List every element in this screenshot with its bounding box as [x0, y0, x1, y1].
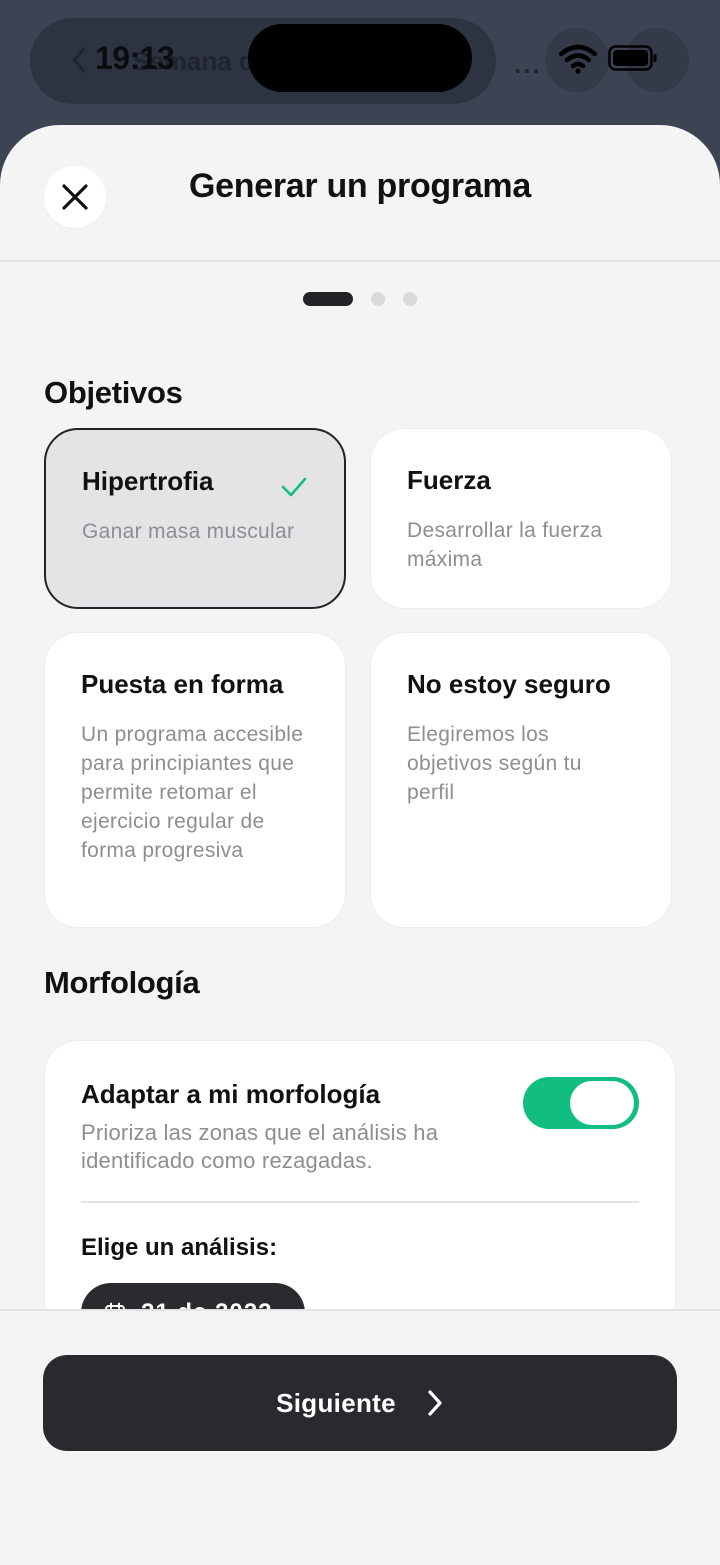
- screen: Semana d 19:13 ... Generar un programa O…: [0, 0, 720, 1565]
- objective-title: Fuerza: [407, 465, 491, 495]
- morphology-toggle-description: Prioriza las zonas que el análisis ha id…: [81, 1120, 439, 1173]
- morphology-title: Morfología: [44, 965, 200, 1000]
- page-dot-3: [403, 292, 417, 306]
- chevron-right-icon: [428, 1390, 442, 1416]
- status-time: 19:13: [95, 40, 175, 76]
- toggle-knob: [570, 1081, 634, 1125]
- morphology-toggle-label: Adaptar a mi morfología: [81, 1079, 381, 1109]
- objective-description: Desarrollar la fuerza máxima: [407, 519, 603, 571]
- objective-description: Un programa accesible para principiantes…: [81, 723, 304, 862]
- wifi-icon: [559, 44, 597, 74]
- objective-title: Puesta en forma: [81, 669, 284, 699]
- objective-description: Ganar masa muscular: [82, 520, 295, 543]
- objectives-title: Objetivos: [44, 375, 183, 410]
- sheet-title: Generar un programa: [189, 167, 531, 205]
- page-dot-1: [303, 292, 353, 306]
- page-dot-2: [371, 292, 385, 306]
- objective-title: No estoy seguro: [407, 669, 611, 699]
- objective-title: Hipertrofia: [82, 466, 214, 496]
- battery-icon: [608, 45, 657, 71]
- objective-description: Elegiremos los objetivos según tu perfil: [407, 723, 582, 804]
- status-bar: Semana d 19:13 ...: [0, 0, 720, 125]
- generate-program-sheet: Generar un programa Objetivos Hipertrofi…: [0, 125, 720, 1565]
- background-more: ...: [514, 49, 542, 79]
- back-chevron-icon: [72, 47, 86, 73]
- footer: Siguiente: [0, 1309, 720, 1565]
- morphology-toggle[interactable]: [523, 1077, 639, 1129]
- next-button-label: Siguiente: [276, 1387, 396, 1418]
- objective-card-no-estoy-seguro[interactable]: No estoy seguro Elegiremos los objetivos…: [370, 632, 672, 928]
- divider: [81, 1201, 639, 1203]
- objective-card-puesta-en-forma[interactable]: Puesta en forma Un programa accesible pa…: [44, 632, 346, 928]
- check-icon: [281, 477, 307, 497]
- objective-card-fuerza[interactable]: Fuerza Desarrollar la fuerza máxima: [370, 428, 672, 609]
- analysis-label: Elige un análisis:: [81, 1234, 278, 1261]
- sheet-header: Generar un programa: [0, 125, 720, 262]
- objective-card-hipertrofia[interactable]: Hipertrofia Ganar masa muscular: [44, 428, 346, 609]
- page-indicator: [0, 292, 720, 306]
- dynamic-island: [248, 24, 472, 92]
- next-button[interactable]: Siguiente: [43, 1355, 677, 1451]
